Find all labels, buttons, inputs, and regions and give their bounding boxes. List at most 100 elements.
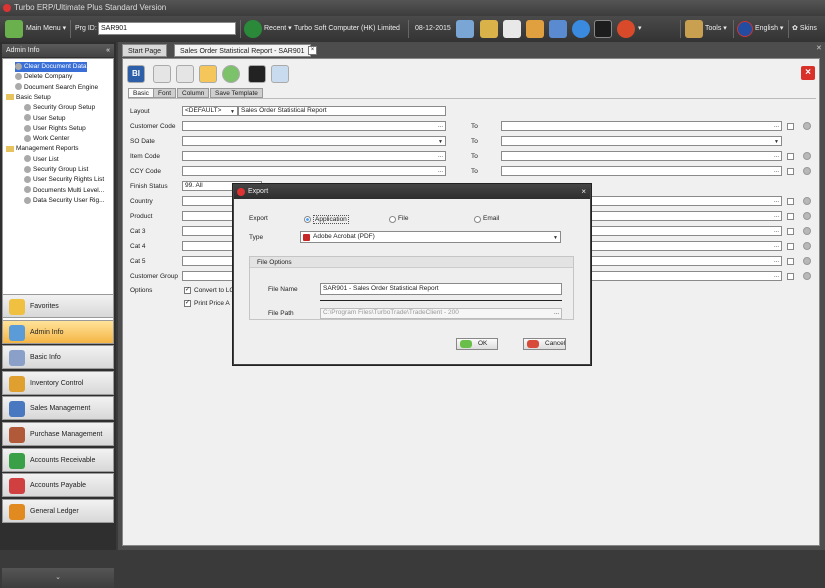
tools-menu[interactable]: Tools ▾ (705, 16, 727, 42)
close-report-button[interactable]: × (801, 66, 815, 80)
country-to-input[interactable]: ... (591, 196, 782, 206)
schedule-icon[interactable] (271, 65, 289, 83)
tree-item[interactable]: Data Security User Rig... (24, 196, 105, 206)
tree-item[interactable]: Document Search Engine (15, 83, 98, 93)
browser-icon[interactable] (572, 20, 590, 38)
tree-item[interactable]: Work Center (24, 134, 69, 144)
application-radio-label[interactable]: Application (313, 215, 349, 224)
customer-group-to-input[interactable]: ... (591, 271, 782, 281)
tab-column[interactable]: Column (177, 88, 210, 98)
tree-item[interactable]: User Security Rights List (24, 175, 104, 185)
ccy-code-from-input[interactable]: ... (182, 166, 446, 176)
customer-code-clear-icon[interactable] (803, 122, 811, 130)
skins-menu[interactable]: ✿ Skins (792, 16, 817, 42)
bi-button[interactable]: BI (127, 65, 145, 83)
more-modules-button[interactable]: ⌄ (2, 568, 114, 588)
cat3-clear-icon[interactable] (803, 227, 811, 235)
tree-item[interactable]: Security Group Setup (24, 103, 95, 113)
customer-code-from-input[interactable]: ... (182, 121, 446, 131)
ccy-code-clear-icon[interactable] (803, 167, 811, 175)
cat3-to-input[interactable]: ... (591, 226, 782, 236)
collapse-sidebar-button[interactable]: « (106, 44, 110, 57)
nav-accounts-payable[interactable]: Accounts Payable (2, 473, 114, 498)
main-menu-button[interactable]: Main Menu ▾ (26, 16, 66, 42)
customer-group-from-input[interactable] (182, 271, 236, 281)
ccy-code-checkbox[interactable] (787, 168, 794, 175)
product-clear-icon[interactable] (803, 212, 811, 220)
file-name-input[interactable]: SAR901 - Sales Order Statistical Report (320, 283, 562, 295)
file-radio-label[interactable]: File (398, 215, 408, 222)
nav-purchase-management[interactable]: Purchase Management (2, 422, 114, 446)
tab-save-template[interactable]: Save Template (210, 88, 263, 98)
cat4-from-input[interactable] (182, 241, 236, 251)
cancel-button[interactable]: Cancel (523, 338, 566, 350)
cat3-checkbox[interactable] (787, 228, 794, 235)
print-price-checkbox[interactable]: ✓ (184, 300, 191, 307)
tree-item[interactable]: Management Reports (6, 144, 79, 154)
tab-start-page[interactable]: Start Page (122, 44, 168, 57)
tab-sales-order-report[interactable]: Sales Order Statistical Report - SAR901 (174, 44, 311, 57)
cat4-checkbox[interactable] (787, 243, 794, 250)
save-icon[interactable] (199, 65, 217, 83)
nav-favorites[interactable]: Favorites (2, 294, 114, 318)
nav-basic-info[interactable]: Basic Info (2, 345, 114, 370)
item-code-to-input[interactable]: ... (501, 151, 782, 161)
type-select[interactable]: Adobe Acrobat (PDF) ▼ (300, 231, 561, 243)
print-preview-icon[interactable] (153, 65, 171, 83)
uk-flag-icon[interactable] (737, 21, 753, 37)
list-icon[interactable] (503, 20, 521, 38)
tree-item[interactable]: Documents Multi Level... (24, 186, 104, 196)
tree-item[interactable]: User Rights Setup (24, 124, 86, 134)
cat5-to-input[interactable]: ... (591, 256, 782, 266)
so-date-from-input[interactable]: ▼ (182, 136, 446, 146)
tools-icon[interactable] (685, 20, 703, 38)
tab-font[interactable]: Font (153, 88, 177, 98)
close-dialog-button[interactable]: × (581, 185, 586, 199)
clock-icon[interactable] (244, 20, 262, 38)
country-from-input[interactable] (182, 196, 236, 206)
search-icon[interactable] (456, 20, 474, 38)
layout-name-input[interactable]: Sales Order Statistical Report (238, 106, 446, 116)
alarm-clock-icon[interactable] (617, 20, 635, 38)
home-icon[interactable] (480, 20, 498, 38)
convert-to-checkbox[interactable]: ✓ (184, 287, 191, 294)
nav-admin-info[interactable]: Admin Info (2, 319, 114, 344)
layout-select[interactable]: <DEFAULT> ▼ (182, 106, 238, 116)
print-icon[interactable] (176, 65, 194, 83)
file-radio[interactable] (389, 216, 396, 223)
cat4-clear-icon[interactable] (803, 242, 811, 250)
country-clear-icon[interactable] (803, 197, 811, 205)
tab-basic[interactable]: Basic (128, 88, 154, 98)
tree-item[interactable]: Delete Company (15, 72, 72, 82)
tree-item[interactable]: Security Group List (24, 165, 88, 175)
cat5-checkbox[interactable] (787, 258, 794, 265)
refresh-icon[interactable] (222, 65, 240, 83)
nav-general-ledger[interactable]: General Ledger (2, 498, 114, 523)
window-icon[interactable] (549, 20, 567, 38)
tree-item[interactable]: Clear Document Data (15, 62, 87, 72)
main-menu-icon[interactable] (5, 20, 23, 38)
file-path-input[interactable]: C:\Program Files\TurboTrade\TradeClient … (320, 308, 562, 319)
product-to-input[interactable]: ... (591, 211, 782, 221)
so-date-to-input[interactable]: ▼ (501, 136, 782, 146)
tree-item[interactable]: User List (24, 155, 59, 165)
hierarchy-icon[interactable] (526, 20, 544, 38)
monitor-icon[interactable] (248, 65, 266, 83)
close-all-tabs-button[interactable]: ✕ (816, 44, 822, 52)
product-from-input[interactable] (182, 211, 236, 221)
customer-code-to-input[interactable]: ... (501, 121, 782, 131)
recent-button[interactable]: Recent ▾ (264, 16, 292, 42)
ok-button[interactable]: OK (456, 338, 498, 350)
application-radio[interactable] (304, 216, 311, 223)
cat5-from-input[interactable] (182, 256, 236, 266)
more-dropdown[interactable]: ▾ (638, 16, 642, 42)
email-radio-label[interactable]: Email (483, 215, 499, 222)
customer-code-checkbox[interactable] (787, 123, 794, 130)
email-radio[interactable] (474, 216, 481, 223)
nav-inventory-control[interactable]: Inventory Control (2, 370, 114, 395)
prg-id-input[interactable]: SAR901 (98, 22, 236, 35)
cat3-from-input[interactable] (182, 226, 236, 236)
tree-item[interactable]: User Setup (24, 114, 66, 124)
item-code-clear-icon[interactable] (803, 152, 811, 160)
nav-accounts-receivable[interactable]: Accounts Receivable (2, 447, 114, 472)
